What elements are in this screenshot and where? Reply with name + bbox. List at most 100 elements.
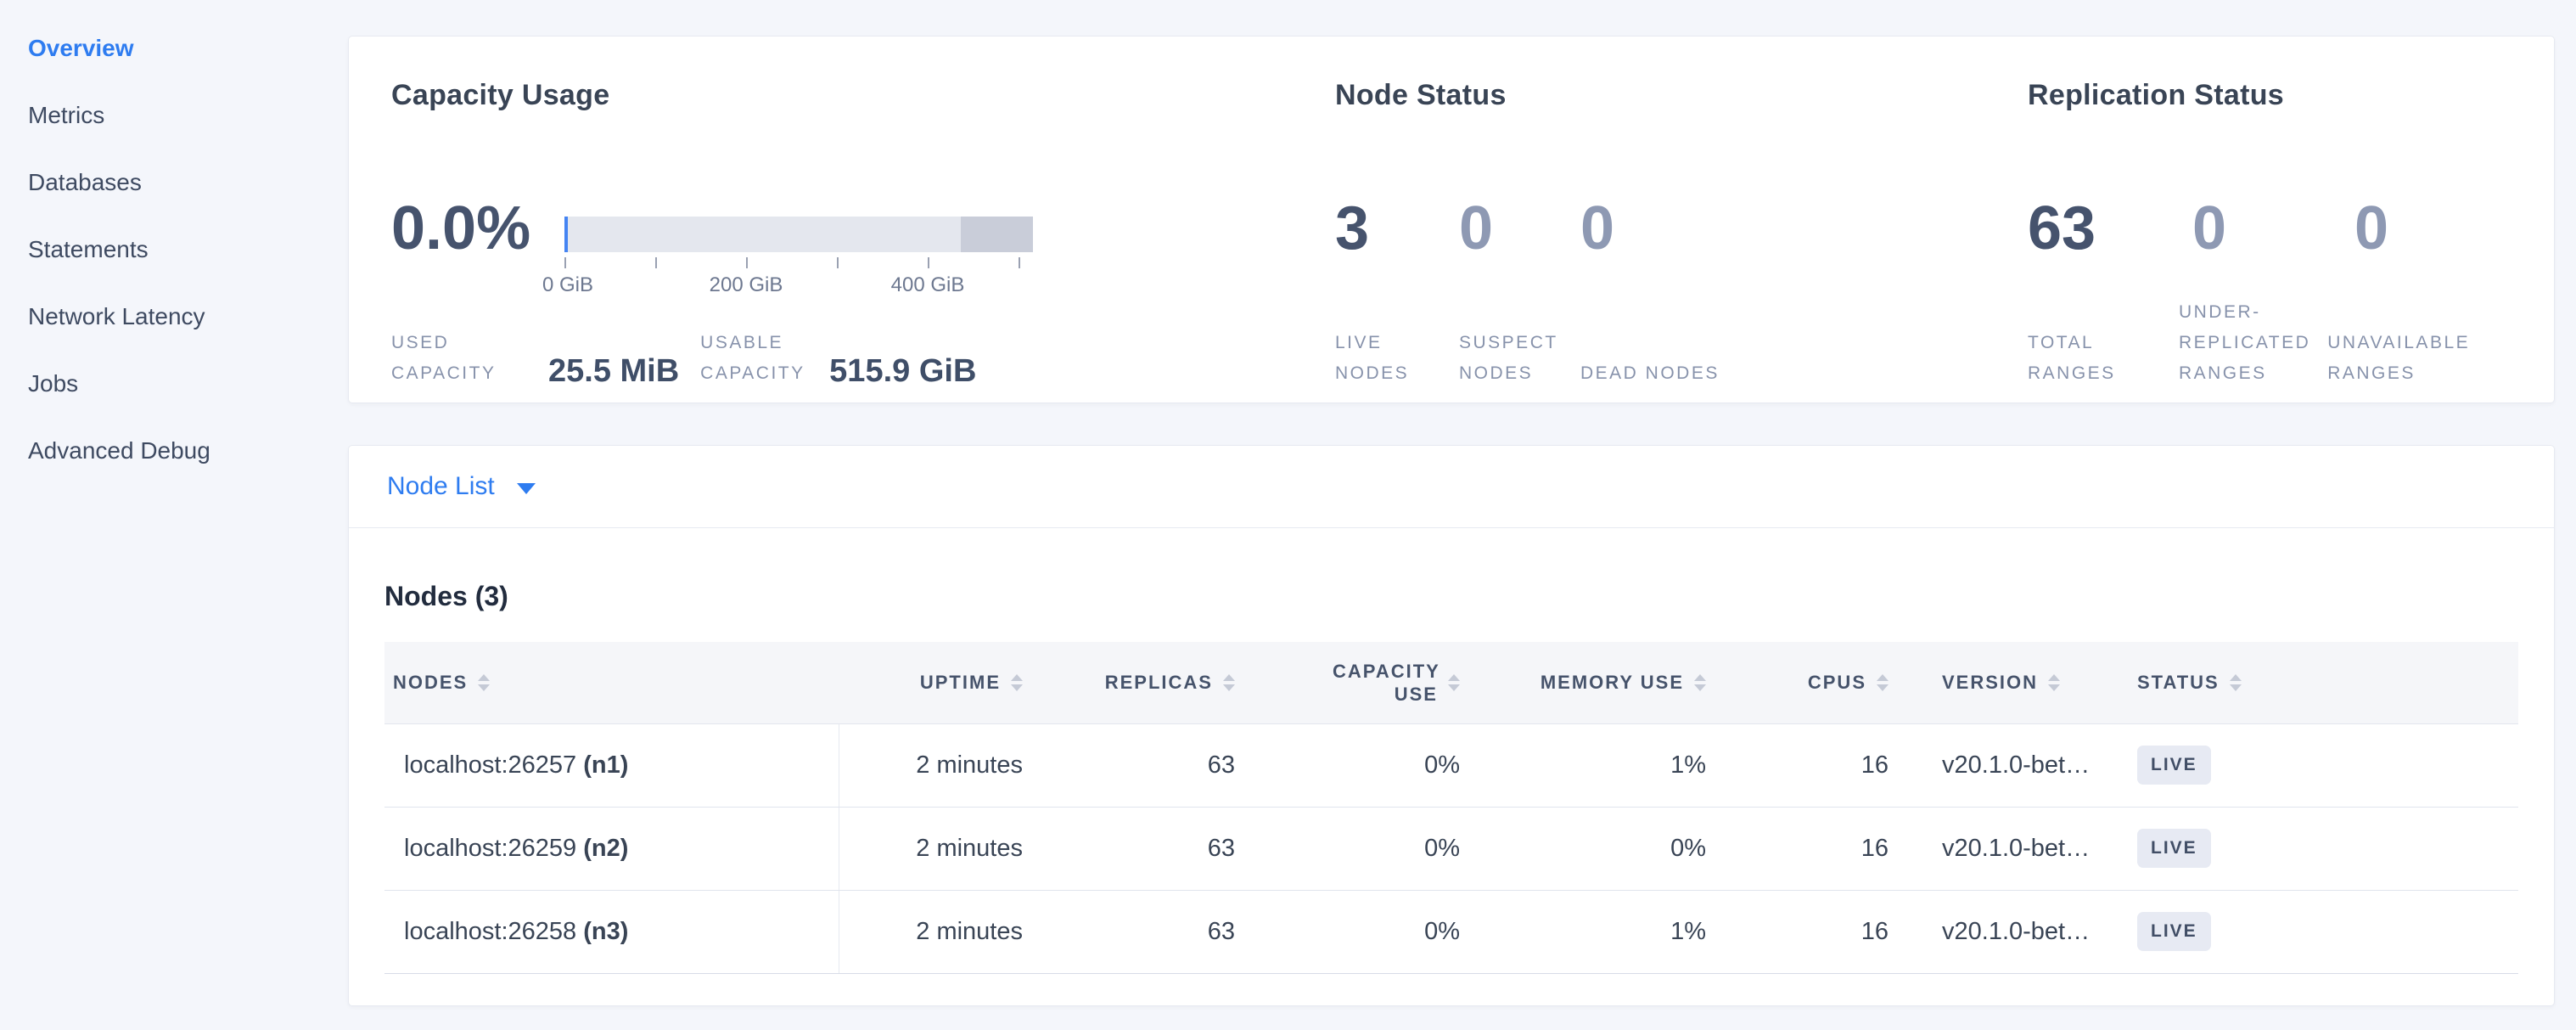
column-header-replicas[interactable]: REPLICAS: [1047, 642, 1259, 723]
usable-capacity-stat: USABLE CAPACITY 515.9 GiB: [700, 328, 976, 389]
column-header-memory-use[interactable]: MEMORY USE: [1484, 642, 1730, 723]
nodes-table-title: Nodes (3): [384, 579, 2518, 613]
under-replicated-ranges-label: UNDER-REPLICATED RANGES: [2179, 297, 2327, 389]
node-list-dropdown[interactable]: Node List: [349, 446, 2554, 528]
node-status-section: Node Status 3 0 0 LIVE NODES SUSPECT NOD…: [1335, 37, 2014, 402]
capacity-bar-track: [564, 217, 1033, 252]
axis-tick: [564, 257, 566, 268]
live-nodes-count: 3: [1335, 196, 1459, 261]
node-list-dropdown-label: Node List: [387, 472, 495, 501]
total-ranges-count: 63: [2028, 196, 2192, 261]
column-label: CAPACITY USE: [1333, 660, 1438, 706]
column-label: UPTIME: [920, 672, 1001, 694]
status-badge: LIVE: [2137, 746, 2211, 785]
node-address-link[interactable]: localhost:26258: [404, 918, 576, 945]
under-replicated-ranges-count: 0: [2192, 196, 2354, 261]
uptime-cell: 2 minutes: [839, 890, 1047, 973]
column-header-cpus[interactable]: CPUS: [1730, 642, 1912, 723]
chevron-down-icon: [517, 483, 536, 494]
axis-tick: [928, 257, 929, 268]
dead-nodes-count: 0: [1580, 196, 1614, 261]
replication-status-title: Replication Status: [2028, 79, 2284, 112]
column-label: VERSION: [1942, 672, 2038, 694]
axis-tick: [655, 257, 657, 268]
capacity-use-cell: 0%: [1259, 723, 1484, 807]
sidebar-item-network-latency[interactable]: Network Latency: [28, 302, 348, 330]
uptime-cell: 2 minutes: [839, 723, 1047, 807]
version-cell: v20.1.0-bet…: [1912, 723, 2107, 807]
node-address-link[interactable]: localhost:26259: [404, 835, 576, 862]
column-label: REPLICAS: [1105, 672, 1213, 694]
sort-icon: [478, 674, 490, 691]
live-nodes-label: LIVE NODES: [1335, 328, 1459, 389]
sort-icon: [1223, 674, 1235, 691]
axis-tick-label: 400 GiB: [891, 273, 965, 298]
node-id: (n3): [583, 918, 628, 945]
sidebar-item-statements[interactable]: Statements: [28, 235, 348, 263]
table-row[interactable]: localhost:26258 (n3) 2 minutes 63 0% 1% …: [384, 890, 2518, 973]
nodes-panel: Node List Nodes (3) NODES UPTIME REPLICA…: [348, 445, 2555, 1006]
axis-tick-label: 0 GiB: [542, 273, 593, 298]
axis-tick: [1019, 257, 1020, 268]
column-label: CPUS: [1808, 672, 1866, 694]
cpus-cell: 16: [1730, 890, 1912, 973]
suspect-nodes-count: 0: [1459, 196, 1580, 261]
used-capacity-label: USED CAPACITY: [391, 328, 540, 389]
suspect-nodes-label: SUSPECT NODES: [1459, 328, 1580, 389]
capacity-bar-reserved-segment: [961, 217, 1033, 252]
used-capacity-stat: USED CAPACITY 25.5 MiB: [391, 328, 679, 389]
column-label: NODES: [393, 672, 468, 694]
capacity-usage-section: Capacity Usage 0.0% 0 GiB 200 GiB 400 Gi…: [391, 37, 1333, 402]
replicas-cell: 63: [1047, 890, 1259, 973]
replication-status-section: Replication Status 63 0 0 TOTAL RANGES U…: [2028, 37, 2545, 402]
capacity-gauge-chart: 0 GiB 200 GiB 400 GiB: [564, 196, 1040, 307]
node-id: (n1): [583, 751, 628, 779]
column-header-nodes[interactable]: NODES: [384, 642, 839, 723]
column-header-capacity-use[interactable]: CAPACITY USE: [1259, 642, 1484, 723]
sidebar: Overview Metrics Databases Statements Ne…: [0, 0, 348, 1030]
memory-use-cell: 1%: [1484, 723, 1730, 807]
unavailable-ranges-count: 0: [2354, 196, 2388, 261]
used-capacity-value: 25.5 MiB: [548, 353, 679, 389]
node-id: (n2): [583, 835, 628, 862]
dead-nodes-label: DEAD NODES: [1580, 358, 1720, 389]
axis-tick-label: 200 GiB: [710, 273, 783, 298]
sidebar-item-advanced-debug[interactable]: Advanced Debug: [28, 436, 348, 464]
capacity-usage-title: Capacity Usage: [391, 79, 609, 112]
column-label: MEMORY USE: [1541, 672, 1684, 694]
replicas-cell: 63: [1047, 807, 1259, 890]
memory-use-cell: 0%: [1484, 807, 1730, 890]
column-header-uptime[interactable]: UPTIME: [839, 642, 1047, 723]
table-row[interactable]: localhost:26257 (n1) 2 minutes 63 0% 1% …: [384, 723, 2518, 807]
column-label: STATUS: [2137, 672, 2220, 694]
table-row[interactable]: localhost:26259 (n2) 2 minutes 63 0% 0% …: [384, 807, 2518, 890]
nodes-table: NODES UPTIME REPLICAS CAPACITY USE MEMOR…: [384, 642, 2518, 974]
node-status-title: Node Status: [1335, 79, 1507, 112]
sidebar-item-databases[interactable]: Databases: [28, 168, 348, 196]
memory-use-cell: 1%: [1484, 890, 1730, 973]
sort-icon: [1448, 674, 1460, 691]
cpus-cell: 16: [1730, 807, 1912, 890]
capacity-used-percent: 0.0%: [391, 196, 542, 307]
node-address-link[interactable]: localhost:26257: [404, 751, 576, 779]
sidebar-item-metrics[interactable]: Metrics: [28, 101, 348, 129]
usable-capacity-value: 515.9 GiB: [829, 353, 976, 389]
nodes-table-header-row: NODES UPTIME REPLICAS CAPACITY USE MEMOR…: [384, 642, 2518, 723]
sort-icon: [1011, 674, 1023, 691]
cpus-cell: 16: [1730, 723, 1912, 807]
sidebar-item-overview[interactable]: Overview: [28, 34, 348, 62]
sidebar-item-jobs[interactable]: Jobs: [28, 369, 348, 397]
cluster-summary-panel: Capacity Usage 0.0% 0 GiB 200 GiB 400 Gi…: [348, 36, 2555, 403]
version-cell: v20.1.0-bet…: [1912, 890, 2107, 973]
usable-capacity-label: USABLE CAPACITY: [700, 328, 821, 389]
sort-icon: [1694, 674, 1706, 691]
sort-icon: [2048, 674, 2060, 691]
axis-tick: [837, 257, 839, 268]
uptime-cell: 2 minutes: [839, 807, 1047, 890]
status-badge: LIVE: [2137, 912, 2211, 951]
version-cell: v20.1.0-bet…: [1912, 807, 2107, 890]
capacity-bar-used-indicator: [564, 217, 568, 252]
replicas-cell: 63: [1047, 723, 1259, 807]
column-header-version[interactable]: VERSION: [1912, 642, 2107, 723]
column-header-status[interactable]: STATUS: [2107, 642, 2518, 723]
